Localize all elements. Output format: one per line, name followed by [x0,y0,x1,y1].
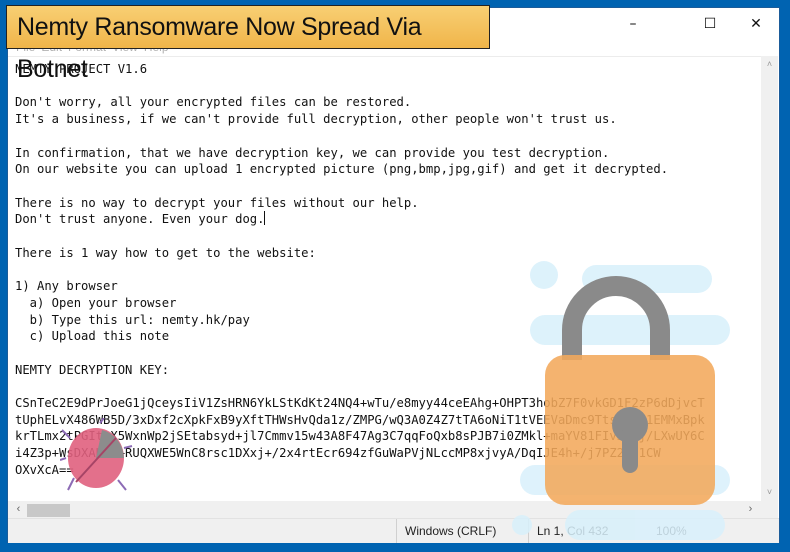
minimize-icon: – [629,15,637,32]
status-zoom: 100% [656,524,687,538]
text-line: 1) Any browser [15,279,118,294]
text-line: i4Z3p+WsDXAKE5+RUQXWE5WnC8rsc1DXxj+/2x4r… [15,446,661,461]
text-line: NEMTY DECRYPTION KEY: [15,362,170,377]
close-icon: ✕ [750,15,762,32]
status-encoding: Windows (CRLF) [396,519,525,543]
close-button[interactable]: ✕ [733,8,779,39]
notepad-window: – ☐ ✕ File Edit Format View Help NEMTY P… [8,8,779,543]
text-line: a) Open your browser [15,295,177,310]
article-banner-title: Nemty Ransomware Now Spread Via Botnet [6,5,490,83]
horizontal-scrollbar[interactable]: ‹ › [8,501,761,518]
minimize-button[interactable]: – [610,8,656,39]
text-editor[interactable]: NEMTY PROJECT V1.6 Don't worry, all your… [8,56,761,502]
scroll-left-icon[interactable]: ‹ [10,501,27,518]
text-line: On our website you can upload 1 encrypte… [15,162,669,177]
text-line: There is no way to decrypt your files wi… [15,195,419,210]
text-line: tUphELvX486WB5D/3xDxf2cXpkFxB9yXftTHWsHv… [15,412,705,427]
text-line: There is 1 way how to get to the website… [15,245,316,260]
maximize-icon: ☐ [703,15,717,32]
text-line: It's a business, if we can't provide ful… [15,112,617,127]
vertical-scrollbar[interactable]: ˄ ˅ [761,56,778,501]
maximize-button[interactable]: ☐ [687,8,733,39]
horizontal-scroll-thumb[interactable] [27,504,70,517]
text-line: krTLmx2tPGItzX5WxnWp2jSEtabsyd+jl7Cmmv15… [15,429,705,444]
text-line: b) Type this url: nemty.hk/pay [15,312,250,327]
scroll-up-icon[interactable]: ˄ [761,56,778,73]
text-line: c) Upload this note [15,329,170,344]
scroll-down-icon[interactable]: ˅ [761,484,778,501]
text-line: In confirmation, that we have decryption… [15,145,610,160]
scroll-right-icon[interactable]: › [742,501,759,518]
text-line: Don't trust anyone. Even your dog. [15,212,265,227]
ransom-note-text[interactable]: NEMTY PROJECT V1.6 Don't worry, all your… [15,61,705,479]
text-line: OXvXcA== [15,462,74,477]
text-line: Don't worry, all your encrypted files ca… [15,95,412,110]
status-cursor-position: Ln 1, Col 432 [528,519,667,543]
text-caret [264,211,266,226]
resize-grip[interactable] [761,501,778,518]
text-line: CSnTeC2E9dPrJoeG1jQceysIiV1ZsHRN6YkLStKd… [15,396,705,411]
status-bar: Windows (CRLF) Ln 1, Col 432 100% [8,518,779,543]
